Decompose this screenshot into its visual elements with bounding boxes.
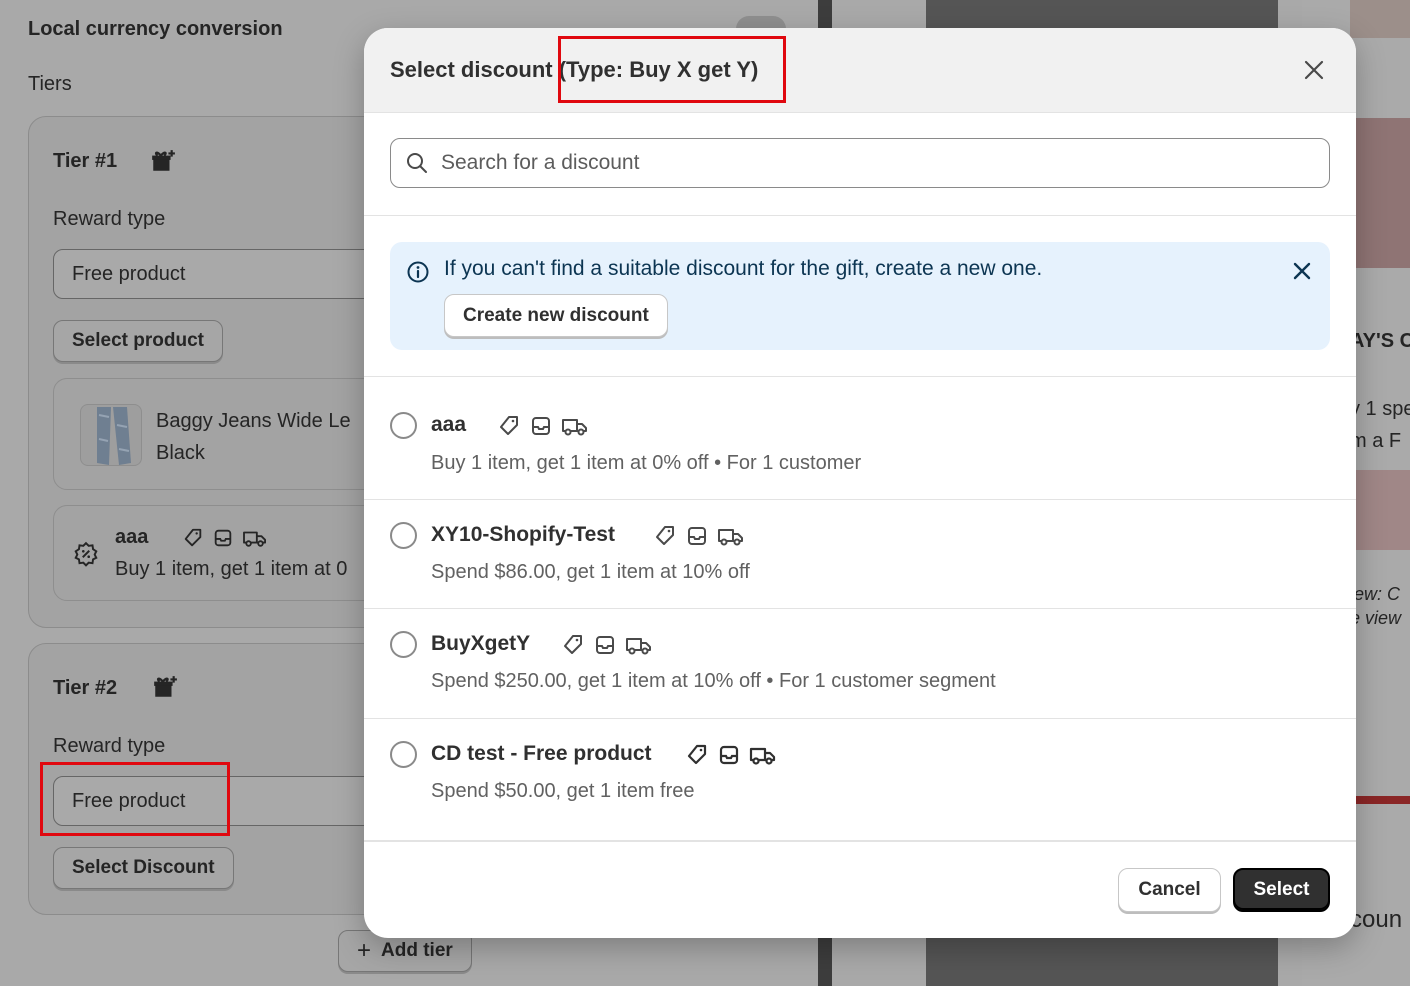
- jeans-icon: [97, 407, 131, 465]
- plus-icon: +: [357, 937, 372, 964]
- product-image: [1350, 118, 1410, 268]
- discount-type-icons: [653, 524, 745, 548]
- preview-text: coun: [1350, 906, 1403, 933]
- search-section: [364, 113, 1356, 216]
- discount-option[interactable]: CD test - Free product Spend $50.00, get…: [364, 719, 1356, 841]
- close-icon[interactable]: [1302, 58, 1326, 82]
- preview-text: e view: [1350, 608, 1402, 628]
- select-product-button[interactable]: Select product: [53, 320, 223, 362]
- tiers-label: Tiers: [28, 73, 72, 95]
- discount-radio[interactable]: [390, 741, 417, 768]
- select-button[interactable]: Select: [1233, 868, 1330, 912]
- product-thumbnail: [80, 404, 142, 466]
- discount-type-icons: [497, 414, 589, 438]
- create-new-discount-button[interactable]: Create new discount: [444, 294, 668, 337]
- discount-radio[interactable]: [390, 412, 417, 439]
- preview-text: m a F: [1350, 430, 1402, 452]
- info-icon: [407, 261, 429, 283]
- cancel-button[interactable]: Cancel: [1118, 868, 1221, 912]
- modal-header: Select discount (Type: Buy X get Y): [364, 28, 1356, 113]
- discount-name: aaa: [115, 526, 149, 548]
- discount-name: aaa: [431, 413, 467, 436]
- tag-icon: [687, 744, 707, 765]
- shipping-icon: [718, 529, 743, 546]
- preview-heading: AY'S C: [1350, 330, 1410, 352]
- discount-description: Buy 1 item, get 1 item at 0: [115, 558, 348, 580]
- discount-name: CD test - Free product: [431, 742, 652, 765]
- preview-text: iew: C: [1350, 584, 1401, 604]
- info-banner-section: If you can't find a suitable discount fo…: [364, 216, 1356, 377]
- gift-icon[interactable]: [150, 148, 176, 174]
- discount-name: XY10-Shopify-Test: [431, 523, 615, 546]
- discount-option[interactable]: XY10-Shopify-Test Spend $86.00, get 1 it…: [364, 500, 1356, 609]
- reward-type-label: Reward type: [53, 735, 166, 757]
- section-title: Local currency conversion: [28, 18, 283, 40]
- highlight-box: [40, 762, 230, 836]
- discount-type-icons: [561, 633, 653, 657]
- order-icon: [596, 636, 614, 654]
- product-image: [1350, 0, 1410, 38]
- product-name: Baggy Jeans Wide Le Black: [156, 410, 351, 464]
- tag-icon: [564, 635, 582, 654]
- discount-type-icons: [685, 743, 777, 767]
- discount-radio[interactable]: [390, 631, 417, 658]
- shipping-icon: [243, 531, 266, 547]
- discount-badge-icon: [74, 541, 98, 567]
- discount-description: Spend $86.00, get 1 item at 10% off: [431, 561, 750, 583]
- shipping-icon: [626, 638, 651, 655]
- order-icon: [214, 529, 232, 547]
- selected-discount: [53, 505, 388, 601]
- tag-icon: [656, 526, 674, 545]
- search-icon: [407, 153, 427, 173]
- preview-text: y 1 spe: [1350, 398, 1410, 420]
- discount-description: Buy 1 item, get 1 item at 0% off • For 1…: [431, 452, 862, 474]
- discount-option[interactable]: aaa Buy 1 item, get 1 item at 0% off • F…: [364, 378, 1356, 500]
- modal-footer: Cancel Select: [364, 841, 1356, 938]
- gift-icon[interactable]: [152, 674, 178, 700]
- reward-type-select[interactable]: Free product: [53, 249, 388, 299]
- info-banner: If you can't find a suitable discount fo…: [390, 242, 1330, 350]
- discount-name: BuyXgetY: [431, 632, 531, 655]
- discount-type-icons: [182, 527, 268, 549]
- search-input[interactable]: [441, 151, 1321, 175]
- discount-radio[interactable]: [390, 522, 417, 549]
- highlight-box: [558, 36, 786, 103]
- discount-description: Spend $250.00, get 1 item at 10% off • F…: [431, 670, 996, 692]
- discount-list: aaa Buy 1 item, get 1 item at 0% off • F…: [364, 378, 1356, 841]
- order-icon: [532, 417, 550, 435]
- shipping-icon: [562, 419, 587, 436]
- discount-option[interactable]: BuyXgetY Spend $250.00, get 1 item at 10…: [364, 609, 1356, 719]
- select-discount-modal: Select discount (Type: Buy X get Y) If y…: [364, 28, 1356, 938]
- discount-description: Spend $50.00, get 1 item free: [431, 780, 695, 802]
- product-image: [1350, 470, 1410, 550]
- tier-title: Tier #1: [53, 150, 118, 172]
- shipping-icon: [749, 747, 776, 765]
- dismiss-icon[interactable]: [1290, 259, 1314, 283]
- tag-icon: [184, 528, 202, 547]
- select-discount-button[interactable]: Select Discount: [53, 847, 234, 889]
- banner-message: If you can't find a suitable discount fo…: [444, 257, 1043, 280]
- progress-bar: [1350, 796, 1410, 804]
- order-icon: [719, 745, 739, 765]
- search-field[interactable]: [390, 138, 1330, 188]
- tag-icon: [500, 416, 518, 435]
- tier-title: Tier #2: [53, 677, 118, 699]
- order-icon: [688, 527, 706, 545]
- reward-type-label: Reward type: [53, 208, 166, 230]
